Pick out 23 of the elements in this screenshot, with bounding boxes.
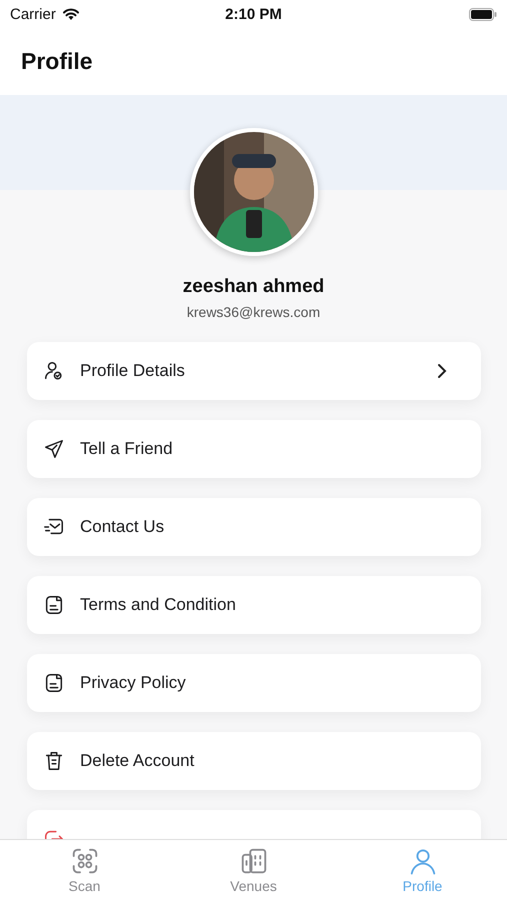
menu-item[interactable]: Tell a Friend — [27, 420, 481, 478]
user-name: zeeshan ahmed — [182, 276, 324, 298]
menu-label: Delete Account — [80, 751, 196, 771]
menu-label: Privacy Policy — [80, 673, 187, 693]
clock-time: 2:10 PM — [225, 6, 282, 22]
document-icon — [43, 672, 65, 694]
menu-item[interactable]: Delete Account — [27, 732, 481, 790]
carrier-label: Carrier — [10, 6, 56, 22]
user-email: krews36@krews.com — [186, 304, 320, 320]
menu-item[interactable]: Privacy Policy — [27, 654, 481, 712]
document-icon — [43, 594, 65, 616]
menu-item[interactable]: Profile Details — [27, 342, 481, 400]
wifi-icon — [62, 7, 80, 21]
menu-label: Profile Details — [80, 361, 186, 381]
trash-icon — [43, 750, 65, 772]
menu-item[interactable]: Terms and Condition — [27, 576, 481, 634]
send-icon — [43, 438, 65, 460]
menu-label: Tell a Friend — [80, 439, 174, 459]
menu-item[interactable]: Contact Us — [27, 498, 481, 556]
menu-label: Terms and Condition — [80, 595, 237, 615]
battery-icon — [469, 8, 498, 20]
menu-label: Contact Us — [80, 517, 166, 537]
page-title: Profile — [21, 48, 93, 75]
